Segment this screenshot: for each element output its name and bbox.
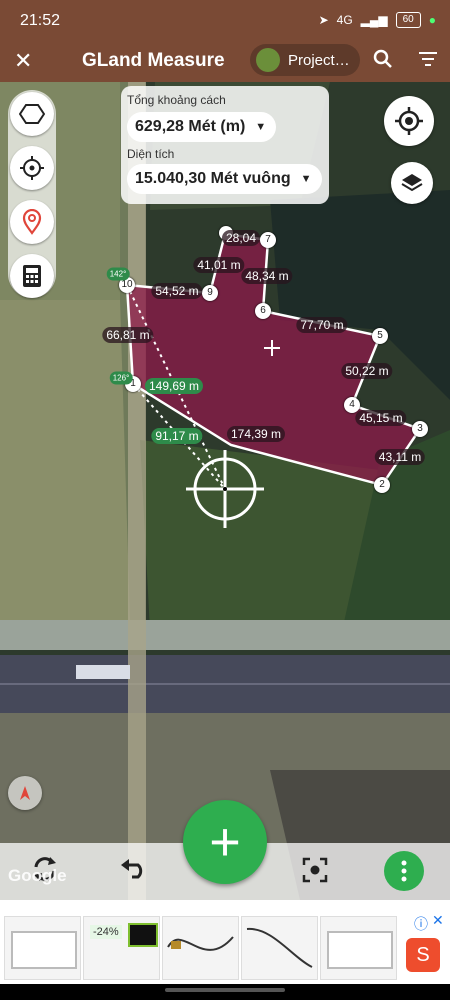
- network-label: 4G: [336, 13, 353, 27]
- project-name: Project…: [288, 51, 350, 69]
- close-icon[interactable]: ✕: [14, 48, 32, 74]
- angle-label: 142°: [106, 267, 130, 281]
- segment-length-label: 54,52 m: [151, 283, 203, 299]
- vertex-marker[interactable]: 2: [374, 477, 390, 493]
- area-unit-dropdown[interactable]: 15.040,30 Mét vuông ▼: [127, 164, 322, 194]
- polygon-icon[interactable]: [10, 92, 54, 136]
- filter-icon[interactable]: [418, 51, 438, 72]
- ad-item[interactable]: [241, 916, 318, 980]
- ad-item[interactable]: -24%: [83, 916, 160, 980]
- vertex-marker[interactable]: 9: [202, 285, 218, 301]
- ad-item[interactable]: [320, 916, 397, 980]
- navigation-icon: ➤: [318, 13, 329, 27]
- distance-value: 629,28 Mét (m): [135, 118, 246, 135]
- distance-unit-dropdown[interactable]: 629,28 Mét (m) ▼: [127, 112, 277, 142]
- left-controls: [8, 90, 56, 298]
- chevron-down-icon: ▼: [255, 121, 267, 133]
- discount-badge: -24%: [90, 925, 122, 939]
- ad-close-icon[interactable]: ✕: [432, 912, 444, 929]
- chevron-down-icon: ▼: [300, 173, 312, 185]
- my-location-icon[interactable]: [384, 96, 434, 146]
- app-bar: ✕ GLand Measure Project…: [0, 40, 450, 82]
- map-attribution: Google: [8, 866, 67, 885]
- segment-length-label: 91,17 m: [151, 428, 203, 444]
- vertex-marker[interactable]: 3: [412, 421, 428, 437]
- vertex-marker[interactable]: 7: [260, 232, 276, 248]
- segment-length-label: 174,39 m: [226, 426, 286, 442]
- gesture-bar: [165, 988, 285, 992]
- compass-icon[interactable]: [8, 776, 42, 810]
- status-time: 21:52: [20, 12, 61, 29]
- angle-label: 126°: [109, 371, 133, 385]
- segment-length-label: 45,15 m: [355, 410, 407, 426]
- calculator-icon[interactable]: [10, 254, 54, 298]
- distance-label: Tổng khoảng cách: [127, 93, 226, 107]
- plus-icon: +: [209, 812, 241, 872]
- status-bar: 21:52 ➤ 4G ▂▄▆ 60 ●: [0, 0, 450, 40]
- search-icon[interactable]: [372, 48, 394, 75]
- segment-length-label: 48,34 m: [241, 268, 293, 284]
- measurement-panel: Tổng khoảng cách 629,28 Mét (m) ▼ Diện t…: [121, 86, 329, 204]
- notification-dot-icon: ●: [428, 13, 436, 27]
- battery-level: 60: [395, 12, 421, 28]
- vertex-marker[interactable]: 6: [255, 303, 271, 319]
- segment-length-label: 77,70 m: [296, 317, 348, 333]
- segment-length-label: 41,01 m: [193, 257, 245, 273]
- segment-length-label: 149,69 m: [144, 378, 204, 394]
- layers-icon[interactable]: [391, 162, 433, 204]
- ad-item[interactable]: [162, 916, 239, 980]
- focus-icon[interactable]: [302, 857, 328, 888]
- status-icons: ➤ 4G ▂▄▆ 60 ●: [319, 12, 436, 28]
- segment-length-label: 50,22 m: [341, 363, 393, 379]
- project-thumbnail: [256, 48, 280, 72]
- undo-icon[interactable]: [120, 857, 150, 884]
- ad-banner[interactable]: -24% ⓘ ✕ S: [0, 900, 450, 984]
- location-pin-icon[interactable]: [10, 200, 54, 244]
- signal-icon: ▂▄▆: [360, 13, 388, 27]
- segment-length-label: 28,04: [221, 230, 261, 246]
- shopee-logo-icon: S: [406, 938, 440, 972]
- segment-length-label: 66,81 m: [102, 327, 154, 343]
- add-point-button[interactable]: +: [183, 800, 267, 884]
- ad-item[interactable]: [4, 916, 81, 980]
- map-view[interactable]: 1 2 3 4 5 6 7 9 10 28,04 41,01 m 48,34 m 54,52 m 77,…: [0, 82, 450, 900]
- segment-length-label: 43,11 m: [374, 449, 426, 465]
- vertex-marker[interactable]: 5: [372, 328, 388, 344]
- more-icon[interactable]: [384, 851, 424, 891]
- project-selector[interactable]: Project…: [250, 44, 360, 76]
- app-title: GLand Measure: [82, 50, 225, 71]
- area-value: 15.040,30 Mét vuông: [135, 170, 291, 187]
- ad-info-icon[interactable]: ⓘ: [414, 914, 428, 934]
- crosshair-icon[interactable]: [10, 146, 54, 190]
- area-label: Diện tích: [127, 147, 175, 161]
